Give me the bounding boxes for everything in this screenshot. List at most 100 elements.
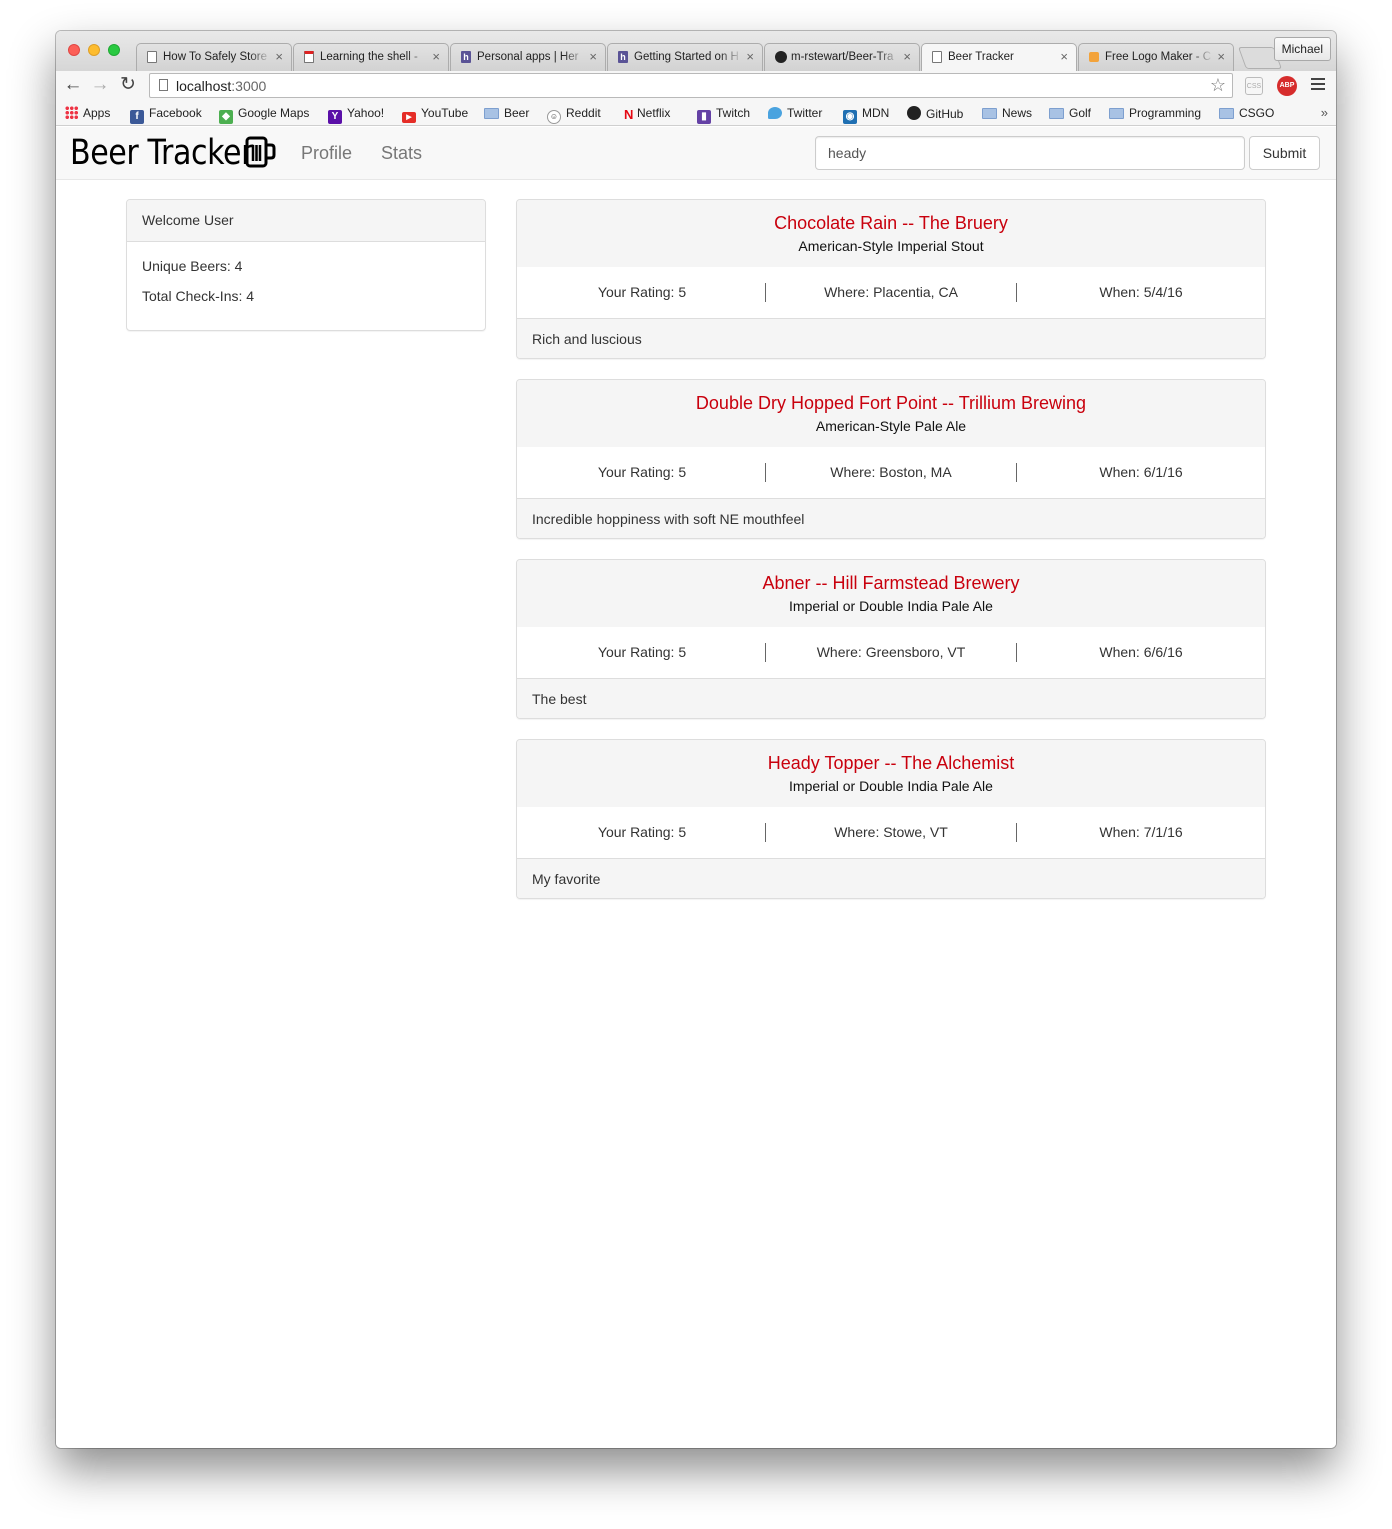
bookmark-beer[interactable]: Beer	[484, 106, 529, 120]
browser-tab[interactable]: h Personal apps | Her ×	[450, 43, 606, 71]
maximize-window-icon[interactable]	[108, 44, 120, 56]
page-icon	[159, 79, 168, 91]
css-extension-icon[interactable]: CSS	[1245, 77, 1263, 95]
adblock-icon[interactable]: ABP	[1277, 76, 1297, 96]
beer-title[interactable]: Abner -- Hill Farmstead Brewery	[517, 573, 1265, 594]
close-tab-icon[interactable]: ×	[275, 49, 283, 64]
bookmark-label: Reddit	[566, 106, 601, 120]
browser-tab[interactable]: h Getting Started on H ×	[607, 43, 763, 71]
github-icon	[775, 51, 787, 63]
url-host: localhost	[176, 78, 232, 94]
tasting-note: Rich and luscious	[517, 318, 1265, 358]
app-navbar: Beer Tracker Profile Stats heady Submit	[56, 127, 1336, 180]
bookmark-star-icon[interactable]: ☆	[1210, 75, 1226, 96]
url-text[interactable]: localhost:3000	[176, 78, 266, 94]
folder-icon	[1049, 108, 1064, 119]
bookmark-twitter[interactable]: Twitter	[768, 106, 822, 120]
netflix-icon: N	[624, 107, 634, 122]
more-bookmarks-button[interactable]: »	[1321, 105, 1328, 120]
close-tab-icon[interactable]: ×	[589, 49, 597, 64]
card-details: Your Rating: 5 Where: Stowe, VT When: 7/…	[517, 807, 1265, 858]
folder-icon	[1109, 108, 1124, 119]
card-header: Abner -- Hill Farmstead Brewery Imperial…	[517, 560, 1265, 628]
checkin-card: Heady Topper -- The Alchemist Imperial o…	[516, 739, 1266, 899]
logo-maker-icon	[1089, 52, 1099, 62]
browser-tab[interactable]: Learning the shell - ×	[293, 43, 449, 71]
card-header: Heady Topper -- The Alchemist Imperial o…	[517, 740, 1265, 808]
bookmark-reddit[interactable]: ☺ Reddit	[547, 106, 601, 124]
bookmark-netflix[interactable]: N Netflix	[624, 106, 670, 121]
total-checkins-stat: Total Check-Ins: 4	[142, 288, 255, 304]
bookmark-google-maps[interactable]: ◆ Google Maps	[219, 106, 309, 124]
facebook-icon: f	[130, 110, 144, 124]
menu-icon[interactable]	[1311, 78, 1325, 90]
bookmark-mdn[interactable]: ◉ MDN	[843, 106, 889, 124]
checkin-card: Abner -- Hill Farmstead Brewery Imperial…	[516, 559, 1266, 719]
submit-button[interactable]: Submit	[1249, 136, 1320, 170]
location-value: Where: Boston, MA	[830, 464, 952, 480]
browser-tab[interactable]: Free Logo Maker - C ×	[1078, 43, 1234, 71]
nav-profile-link[interactable]: Profile	[301, 143, 352, 164]
bookmark-twitch[interactable]: ▮ Twitch	[697, 106, 750, 124]
address-bar[interactable]: localhost:3000 ☆	[149, 73, 1233, 98]
bookmark-programming[interactable]: Programming	[1109, 106, 1201, 120]
bookmark-label: Apps	[83, 106, 111, 120]
yahoo-icon: Y	[328, 110, 342, 124]
close-tab-icon[interactable]: ×	[903, 49, 911, 64]
forward-icon[interactable]: →	[89, 74, 111, 96]
close-window-icon[interactable]	[68, 44, 80, 56]
page-icon	[304, 51, 314, 63]
folder-icon	[1219, 108, 1234, 119]
browser-tab[interactable]: m-rstewart/Beer-Tra ×	[764, 43, 920, 71]
brand-title[interactable]: Beer Tracker	[70, 133, 253, 173]
folder-icon	[982, 108, 997, 119]
beer-title[interactable]: Double Dry Hopped Fort Point -- Trillium…	[517, 393, 1265, 414]
bookmark-label: MDN	[862, 106, 890, 120]
profile-button[interactable]: Michael	[1273, 37, 1331, 61]
bookmark-github[interactable]: GitHub	[907, 106, 963, 121]
maps-icon: ◆	[219, 110, 233, 124]
close-tab-icon[interactable]: ×	[432, 49, 440, 64]
bookmark-apps[interactable]: Apps	[65, 106, 110, 120]
beer-style: Imperial or Double India Pale Ale	[789, 778, 993, 794]
close-tab-icon[interactable]: ×	[1060, 49, 1068, 64]
tab-title: Free Logo Maker - C	[1105, 51, 1212, 63]
date-value: When: 6/1/16	[1099, 464, 1183, 480]
close-tab-icon[interactable]: ×	[746, 49, 754, 64]
bookmark-label: YouTube	[421, 106, 469, 120]
search-input[interactable]: heady	[815, 136, 1245, 170]
tab-title: m-rstewart/Beer-Tra	[791, 51, 894, 63]
mdn-icon: ◉	[843, 110, 857, 124]
bookmark-csgo[interactable]: CSGO	[1219, 106, 1274, 120]
rating-value: Your Rating: 5	[597, 464, 687, 480]
beer-title[interactable]: Chocolate Rain -- The Bruery	[517, 213, 1265, 234]
bookmark-label: Yahoo!	[347, 106, 385, 120]
date-value: When: 6/6/16	[1099, 644, 1183, 660]
bookmark-facebook[interactable]: f Facebook	[130, 106, 202, 124]
bookmark-golf[interactable]: Golf	[1049, 106, 1091, 120]
tab-title: Getting Started on H	[634, 51, 739, 63]
bookmark-yahoo[interactable]: Y Yahoo!	[328, 106, 384, 124]
browser-tab[interactable]: How To Safely Store ×	[136, 43, 292, 71]
date-value: When: 7/1/16	[1099, 824, 1183, 840]
reddit-icon: ☺	[547, 110, 561, 124]
github-icon	[907, 106, 921, 120]
page-icon	[147, 51, 157, 63]
browser-tab-active[interactable]: Beer Tracker ×	[921, 43, 1077, 71]
beer-title[interactable]: Heady Topper -- The Alchemist	[517, 753, 1265, 774]
bookmark-youtube[interactable]: ▶ YouTube	[402, 106, 468, 123]
checkin-card: Double Dry Hopped Fort Point -- Trillium…	[516, 379, 1266, 539]
location-value: Where: Placentia, CA	[824, 284, 958, 300]
beer-mug-icon	[245, 136, 276, 168]
bookmark-news[interactable]: News	[982, 106, 1032, 120]
browser-window: How To Safely Store × Learning the shell…	[56, 31, 1336, 1448]
card-details: Your Rating: 5 Where: Boston, MA When: 6…	[517, 447, 1265, 498]
back-icon[interactable]: ←	[62, 74, 84, 96]
bookmark-label: Twitter	[787, 106, 823, 120]
minimize-window-icon[interactable]	[88, 44, 100, 56]
nav-stats-link[interactable]: Stats	[381, 143, 422, 164]
reload-icon[interactable]: ↻	[117, 74, 139, 96]
welcome-panel: Welcome User Unique Beers: 4 Total Check…	[126, 199, 486, 331]
close-tab-icon[interactable]: ×	[1217, 49, 1225, 64]
tab-title: How To Safely Store	[163, 51, 267, 63]
